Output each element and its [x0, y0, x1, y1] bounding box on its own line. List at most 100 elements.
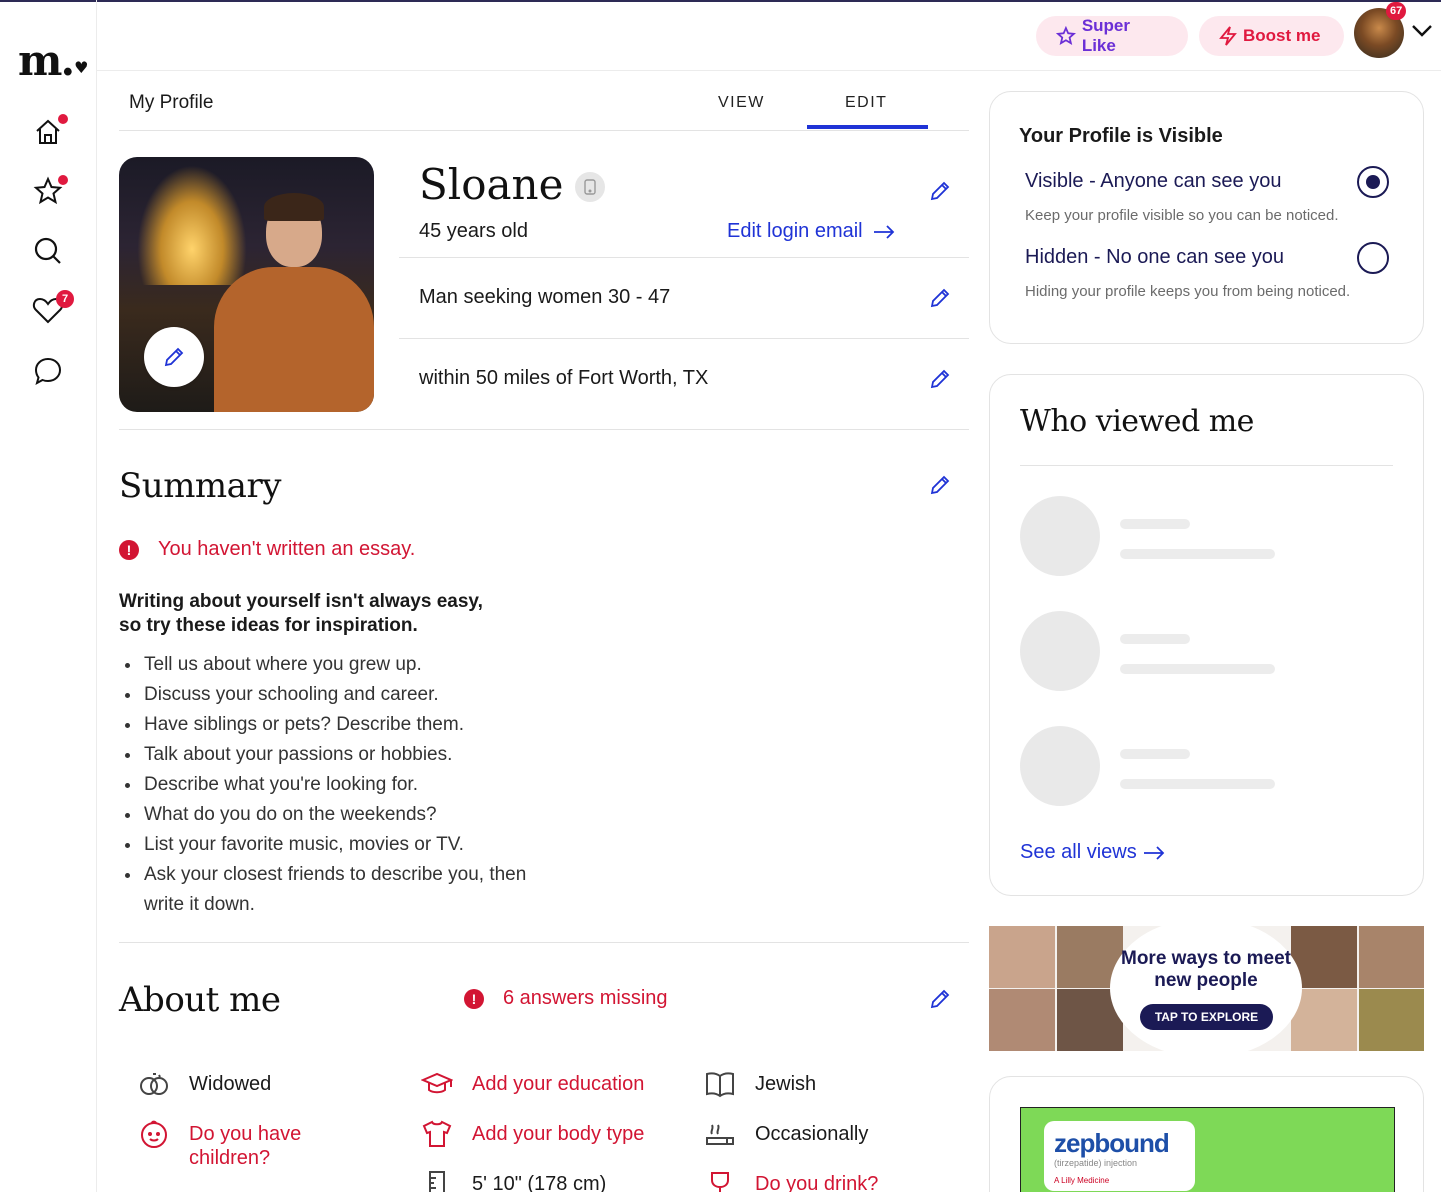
edit-name-pencil-icon[interactable]: [929, 180, 951, 202]
answers-missing-text: 6 answers missing: [503, 987, 668, 1009]
nav-favorites[interactable]: [30, 173, 68, 209]
avatar-notification-badge: 67: [1386, 2, 1407, 20]
add-drink[interactable]: Do you drink?: [703, 1169, 878, 1192]
visible-radio[interactable]: [1357, 166, 1389, 198]
religion[interactable]: Jewish: [703, 1069, 816, 1099]
list-item: What do you do on the weekends?: [125, 800, 544, 830]
nav-home[interactable]: [30, 114, 68, 150]
edit-about-pencil-icon[interactable]: [929, 988, 951, 1010]
viewer-placeholder-avatar: [1020, 611, 1100, 691]
tab-edit[interactable]: EDIT: [845, 94, 887, 112]
nav-likes[interactable]: 7: [30, 290, 74, 328]
viewer-placeholder-line: [1120, 519, 1190, 529]
boost-button[interactable]: Boost me: [1199, 16, 1344, 56]
left-nav-rail: m.♥ 7: [0, 0, 97, 1192]
visible-option-label[interactable]: Visible - Anyone can see you: [1025, 170, 1281, 193]
favorites-notification-dot: [58, 175, 68, 185]
ad-photo: [1359, 926, 1424, 988]
height[interactable]: 5' 10" (178 cm): [420, 1169, 606, 1192]
divider: [399, 257, 969, 258]
list-item: Discuss your schooling and career.: [125, 680, 544, 710]
ruler-icon: [429, 1171, 445, 1192]
viewer-placeholder-line: [1120, 749, 1190, 759]
essay-warning: You haven't written an essay.: [158, 538, 416, 560]
list-item: Describe what you're looking for.: [125, 770, 544, 800]
baby-face-icon: [141, 1120, 167, 1148]
page-title: My Profile: [129, 92, 214, 113]
add-body-type[interactable]: Add your body type: [420, 1119, 644, 1149]
nav-messages[interactable]: [30, 353, 66, 389]
arrow-right-icon: [873, 224, 894, 239]
star-outline-icon: [1056, 26, 1076, 45]
viewer-placeholder-avatar: [1020, 496, 1100, 576]
hidden-option-label[interactable]: Hidden - No one can see you: [1025, 246, 1284, 269]
smoking[interactable]: Occasionally: [703, 1119, 868, 1149]
active-tab-indicator: [807, 125, 928, 129]
ad-photo: [989, 989, 1055, 1051]
list-item: Talk about your passions or hobbies.: [125, 740, 544, 770]
add-children[interactable]: Do you have children?: [137, 1119, 329, 1170]
profile-age: 45 years old: [419, 220, 528, 242]
edit-photo-button[interactable]: [144, 327, 204, 387]
list-item: Ask your closest friends to describe you…: [125, 860, 544, 920]
search-icon: [34, 237, 61, 264]
relationship-status[interactable]: Widowed: [137, 1069, 271, 1099]
alert-icon: !: [464, 989, 484, 1009]
visibility-title: Your Profile is Visible: [1019, 125, 1223, 147]
top-accent-line: [0, 0, 1441, 2]
list-item: Tell us about where you grew up.: [125, 650, 544, 680]
viewer-placeholder-line: [1120, 549, 1275, 559]
hidden-radio[interactable]: [1357, 242, 1389, 274]
hidden-option-description: Hiding your profile keeps you from being…: [1025, 283, 1351, 300]
profile-name: Sloane: [419, 160, 564, 209]
chat-bubble-icon: [34, 357, 62, 386]
summary-title: Summary: [119, 466, 281, 506]
add-education[interactable]: Add your education: [420, 1069, 644, 1099]
tap-to-explore-button[interactable]: TAP TO EXPLORE: [1140, 1004, 1273, 1030]
viewer-placeholder-line: [1120, 779, 1275, 789]
match-logo[interactable]: m.♥: [18, 40, 88, 82]
divider: [119, 942, 969, 943]
chevron-down-icon[interactable]: [1411, 24, 1433, 38]
zepbound-subtitle: (tirzepatide) injection: [1054, 1158, 1138, 1168]
shirt-icon: [422, 1120, 452, 1147]
edit-seeking-pencil-icon[interactable]: [929, 287, 951, 309]
divider: [119, 429, 969, 430]
book-icon: [706, 1072, 734, 1098]
tabs-divider: [119, 130, 969, 131]
edit-summary-pencil-icon[interactable]: [929, 474, 951, 496]
nav-search[interactable]: [30, 233, 66, 269]
divider: [399, 338, 969, 339]
tab-view[interactable]: VIEW: [718, 94, 765, 112]
divider: [1020, 465, 1393, 466]
ad-photo: [989, 926, 1055, 988]
home-notification-dot: [58, 114, 68, 124]
graduation-cap-icon: [421, 1072, 453, 1094]
boost-label: Boost me: [1243, 26, 1321, 45]
zepbound-logo: zepbound: [1054, 1128, 1170, 1158]
likes-count-badge: 7: [56, 290, 74, 308]
viewer-placeholder-line: [1120, 634, 1190, 644]
viewer-placeholder-avatar: [1020, 726, 1100, 806]
edit-login-email-link[interactable]: Edit login email: [727, 220, 895, 243]
super-like-button[interactable]: Super Like: [1036, 16, 1188, 56]
edit-location-pencil-icon[interactable]: [929, 368, 951, 390]
lightning-icon: [1219, 26, 1237, 46]
who-viewed-me-title: Who viewed me: [1020, 404, 1254, 439]
inspiration-tips-list: Tell us about where you grew up. Discuss…: [125, 650, 544, 920]
see-all-views-label: See all views: [1020, 841, 1137, 863]
verify-phone-icon[interactable]: [575, 172, 605, 202]
smoke-icon: [706, 1124, 734, 1145]
see-all-views-link[interactable]: See all views: [1020, 841, 1165, 864]
zepbound-maker: A Lilly Medicine: [1054, 1176, 1110, 1185]
explore-ad-text: More ways to meet new people: [1121, 948, 1291, 991]
visible-option-description: Keep your profile visible so you can be …: [1025, 207, 1339, 224]
rings-icon: [140, 1073, 168, 1095]
edit-login-email-label: Edit login email: [727, 220, 863, 242]
seeking-preference: Man seeking women 30 - 47: [419, 286, 671, 308]
pencil-icon: [164, 347, 184, 367]
list-item: List your favorite music, movies or TV.: [125, 830, 544, 860]
inspiration-heading: Writing about yourself isn't always easy…: [119, 591, 483, 636]
list-item: Have siblings or pets? Describe them.: [125, 710, 544, 740]
wine-glass-icon: [711, 1172, 729, 1192]
